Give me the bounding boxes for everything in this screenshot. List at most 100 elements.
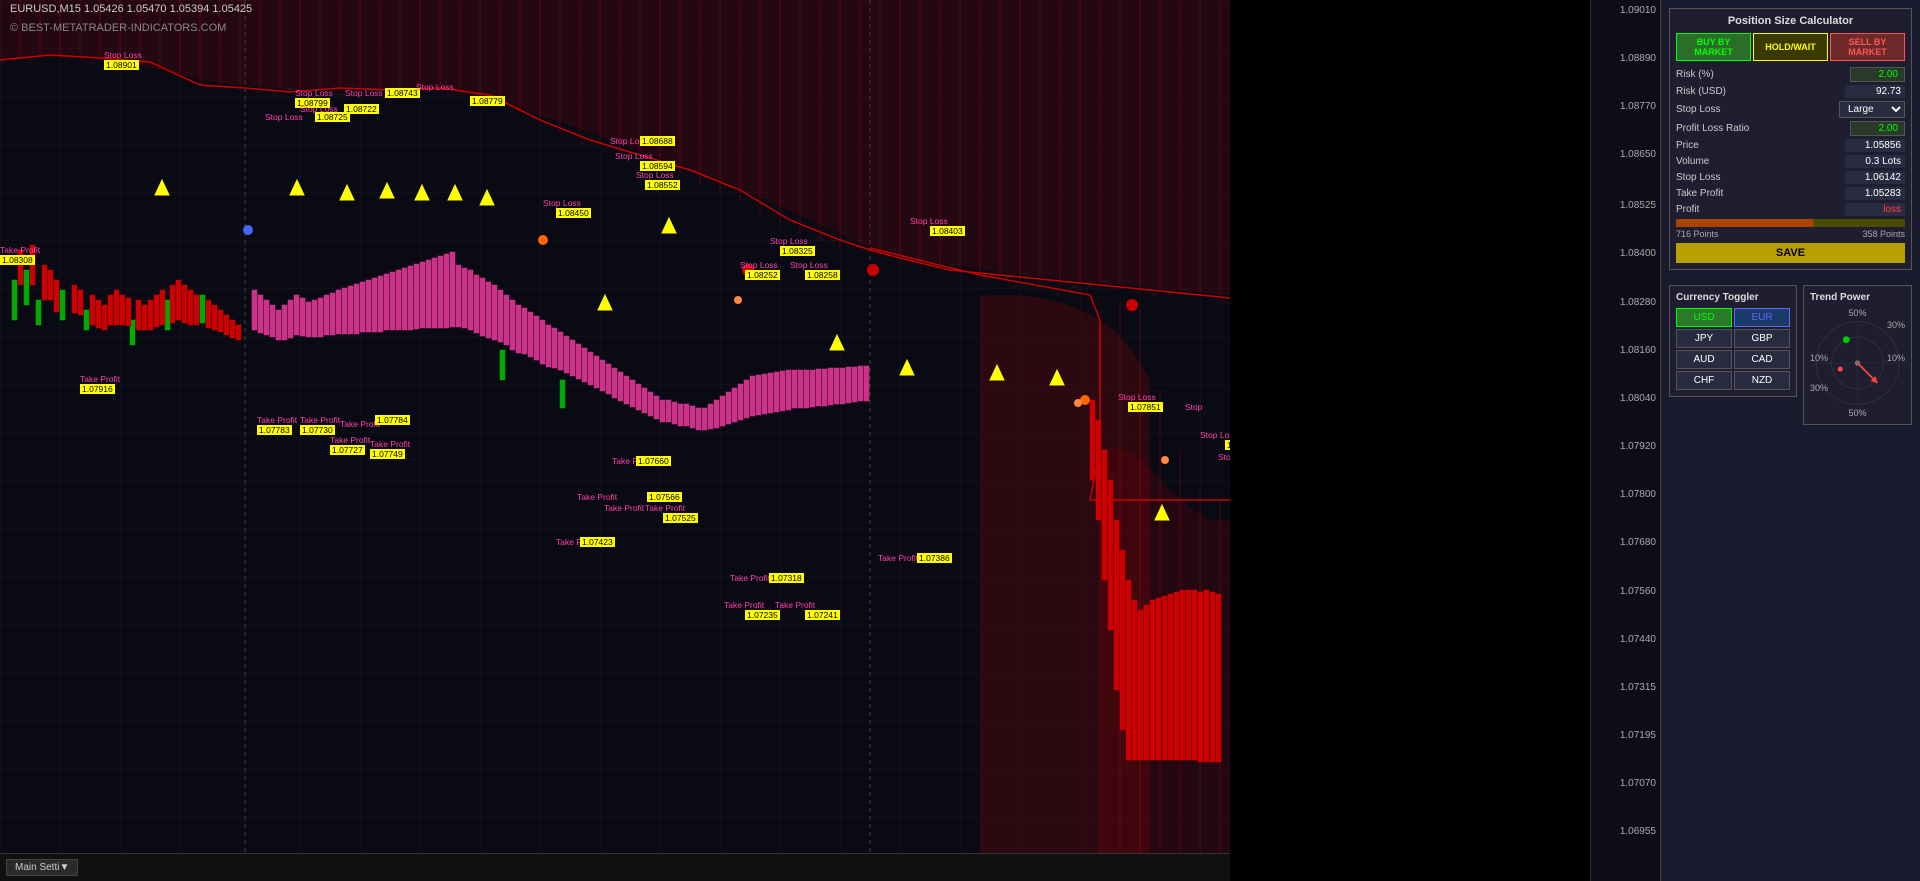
tp-label-12: Take Profit bbox=[730, 573, 770, 583]
risk-pct-value[interactable]: 2.00 bbox=[1850, 67, 1905, 82]
price-row: Price 1.05856 bbox=[1676, 139, 1905, 152]
main-settings-button[interactable]: Main Setti▼ bbox=[6, 859, 78, 876]
price-6: 1.08400 bbox=[1620, 248, 1656, 259]
sell-market-button[interactable]: SELL BY MARKET bbox=[1830, 33, 1905, 61]
tp-price-13: 1.07386 bbox=[917, 553, 952, 563]
trend-left-mid: 10% bbox=[1810, 353, 1828, 363]
trend-left-bottom: 30% bbox=[1810, 383, 1828, 393]
hold-wait-button[interactable]: HOLD/WAIT bbox=[1753, 33, 1828, 61]
chart-svg bbox=[0, 0, 1230, 881]
price-12: 1.07680 bbox=[1620, 537, 1656, 548]
price-18: 1.06955 bbox=[1620, 826, 1656, 837]
currency-aud-button[interactable]: AUD bbox=[1676, 350, 1732, 369]
sl-label-3: Stop Loss bbox=[345, 88, 383, 98]
price-1: 1.09010 bbox=[1620, 5, 1656, 16]
price-label: Price bbox=[1676, 140, 1699, 151]
risk-pct-row: Risk (%) 2.00 bbox=[1676, 67, 1905, 82]
calc-buttons: BUY BY MARKET HOLD/WAIT SELL BY MARKET bbox=[1676, 33, 1905, 61]
sl-label-2: Stop Loss bbox=[295, 88, 333, 98]
sl-label-12: Stop Loss bbox=[770, 236, 808, 246]
tp-label-1: Take Profit bbox=[0, 245, 40, 255]
tp-price-7: 1.07749 bbox=[370, 449, 405, 459]
tp-label-9: Take Profit bbox=[577, 492, 617, 502]
chart-title: EURUSD,M15 1.05426 1.05470 1.05394 1.054… bbox=[10, 3, 252, 15]
save-button[interactable]: SAVE bbox=[1676, 243, 1905, 263]
currency-jpy-button[interactable]: JPY bbox=[1676, 329, 1732, 348]
sl-price-3: 1.08743 bbox=[385, 88, 420, 98]
sl-label-15: Stop Loss bbox=[1118, 392, 1156, 402]
tp-label-3: Take Profit bbox=[257, 415, 297, 425]
tp-label-14: Take Profit bbox=[724, 600, 764, 610]
calc-title: Position Size Calculator bbox=[1676, 15, 1905, 27]
buy-market-button[interactable]: BUY BY MARKET bbox=[1676, 33, 1751, 61]
bottom-bar: Main Setti▼ bbox=[0, 853, 1230, 881]
price-16: 1.07195 bbox=[1620, 730, 1656, 741]
profit-bar bbox=[1676, 219, 1905, 227]
risk-usd-label: Risk (USD) bbox=[1676, 86, 1726, 97]
price-4: 1.08650 bbox=[1620, 149, 1656, 160]
sl-price-7: 1.08688 bbox=[640, 136, 675, 146]
price-10: 1.07920 bbox=[1620, 441, 1656, 452]
tp-label-10: Take Profit bbox=[604, 503, 644, 513]
currency-nzd-button[interactable]: NZD bbox=[1734, 371, 1790, 390]
sl-label-13: Stop Loss bbox=[740, 260, 778, 270]
sl-label-9: Stop Loss bbox=[636, 170, 674, 180]
tp-price-2: 1.07916 bbox=[80, 384, 115, 394]
tp-price-9: 1.07566 bbox=[647, 492, 682, 502]
volume-row: Volume 0.3 Lots bbox=[1676, 155, 1905, 168]
chart-area: EURUSD,M15 1.05426 1.05470 1.05394 1.054… bbox=[0, 0, 1230, 881]
sl-label-8: Stop Loss bbox=[615, 151, 653, 161]
trend-right-mid: 10% bbox=[1887, 353, 1905, 363]
sl-value: 1.06142 bbox=[1845, 171, 1905, 184]
risk-pct-label: Risk (%) bbox=[1676, 69, 1714, 80]
profit-value: loss bbox=[1845, 203, 1905, 216]
tp-price-15: 1.07241 bbox=[805, 610, 840, 620]
trend-power-panel: Trend Power 50% 30% bbox=[1803, 285, 1912, 425]
stop-loss-label: Stop Loss bbox=[1676, 104, 1720, 115]
stop-loss-dropdown[interactable]: Large Small Medium bbox=[1839, 101, 1905, 118]
risk-usd-row: Risk (USD) 92.73 bbox=[1676, 85, 1905, 98]
price-8: 1.08160 bbox=[1620, 345, 1656, 356]
sl-price-11: 1.08403 bbox=[930, 226, 965, 236]
tp-value-row: Take Profit 1.05283 bbox=[1676, 187, 1905, 200]
sl-price-14: 1.08258 bbox=[805, 270, 840, 280]
currency-eur-button[interactable]: EUR bbox=[1734, 308, 1790, 327]
currency-cad-button[interactable]: CAD bbox=[1734, 350, 1790, 369]
watermark: © BEST-METATRADER-INDICATORS.COM bbox=[10, 22, 226, 34]
sl-label-18: Stop Loss bbox=[1218, 452, 1230, 462]
tp-price-12: 1.07318 bbox=[769, 573, 804, 583]
sl-price-13: 1.08252 bbox=[745, 270, 780, 280]
pl-ratio-row: Profit Loss Ratio 2.00 bbox=[1676, 121, 1905, 136]
sl-label-17: Stop Loss bbox=[1200, 430, 1230, 440]
price-scale: 1.09010 1.08890 1.08770 1.08650 1.08525 … bbox=[1590, 0, 1660, 881]
currency-usd-button[interactable]: USD bbox=[1676, 308, 1732, 327]
price-value: 1.05856 bbox=[1845, 139, 1905, 152]
tp-price-14: 1.07235 bbox=[745, 610, 780, 620]
sl-price-15: 1.07851 bbox=[1128, 402, 1163, 412]
tp-label-10b: Take Profit bbox=[645, 503, 685, 513]
price-11: 1.07800 bbox=[1620, 489, 1656, 500]
tp-price-5: 1.07784 bbox=[375, 415, 410, 425]
price-3: 1.08770 bbox=[1620, 101, 1656, 112]
sl-label-10: Stop Loss bbox=[543, 198, 581, 208]
tp-label-15: Take Profit bbox=[775, 600, 815, 610]
sl-label-11: Stop Loss bbox=[910, 216, 948, 226]
tp-label-6: Take Profit bbox=[330, 435, 370, 445]
currency-chf-button[interactable]: CHF bbox=[1676, 371, 1732, 390]
tp-price-4: 1.07730 bbox=[300, 425, 335, 435]
trend-circle: 50% 30% 10% 10% 30% 50% bbox=[1810, 308, 1905, 418]
sl-price-12: 1.08325 bbox=[780, 246, 815, 256]
price-7: 1.08280 bbox=[1620, 297, 1656, 308]
price-14: 1.07440 bbox=[1620, 634, 1656, 645]
tp-label-7: Take Profit bbox=[370, 439, 410, 449]
volume-label: Volume bbox=[1676, 156, 1709, 167]
trend-bottom: 50% bbox=[1848, 408, 1866, 418]
tp-price-10: 1.07525 bbox=[663, 513, 698, 523]
tp-price-6: 1.07727 bbox=[330, 445, 365, 455]
currency-gbp-button[interactable]: GBP bbox=[1734, 329, 1790, 348]
sl-label-5: Stop Loss bbox=[300, 104, 338, 114]
price-2: 1.08890 bbox=[1620, 53, 1656, 64]
tp-price-3: 1.07783 bbox=[257, 425, 292, 435]
sl-price-10: 1.08450 bbox=[556, 208, 591, 218]
pl-ratio-value[interactable]: 2.00 bbox=[1850, 121, 1905, 136]
